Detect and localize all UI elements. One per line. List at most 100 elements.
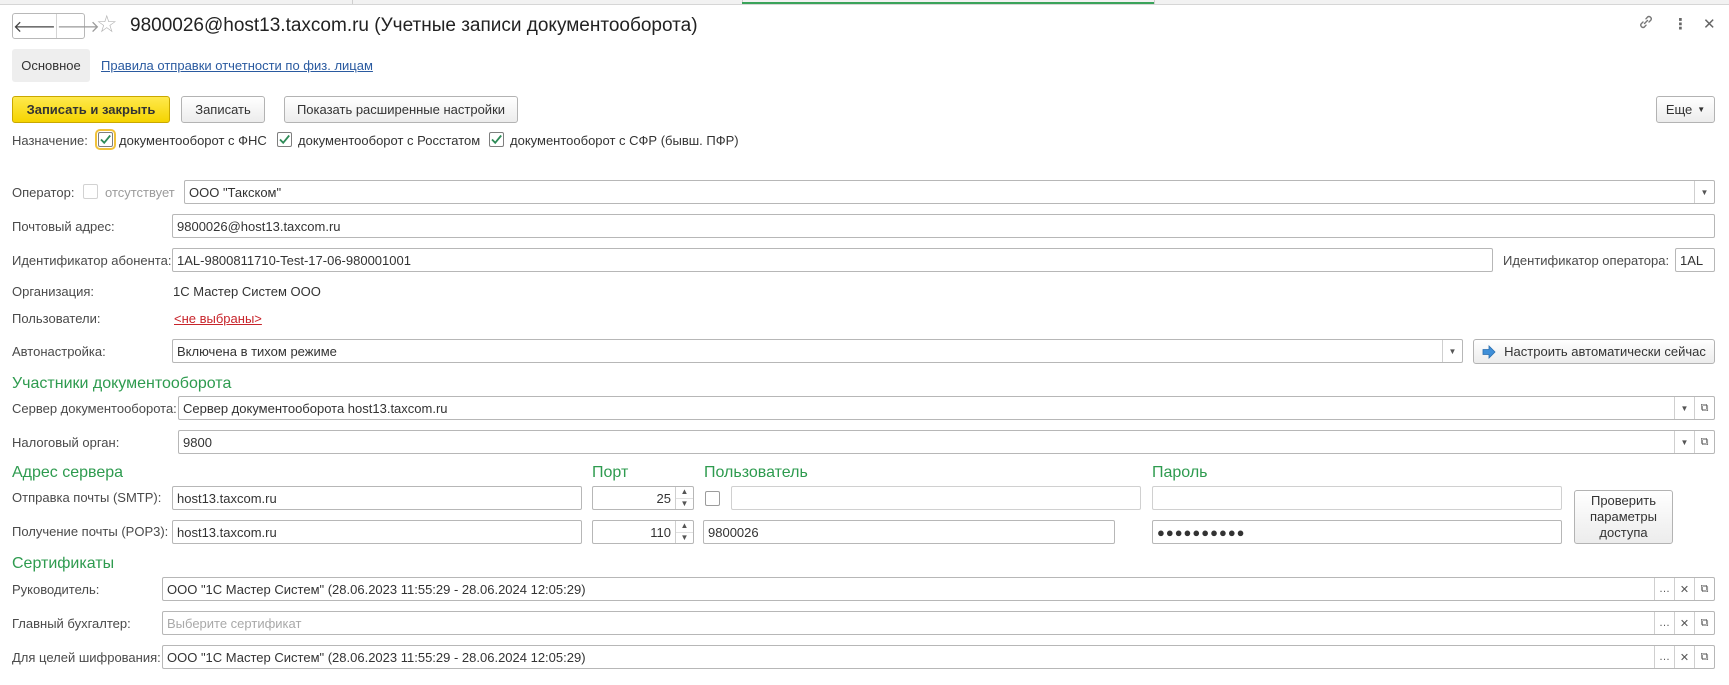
operator-field: ▼ xyxy=(184,180,1715,204)
back-button[interactable]: 🡐 xyxy=(13,14,56,38)
email-input[interactable] xyxy=(173,215,1714,237)
more-label: Еще xyxy=(1665,102,1693,117)
tab-rules-link[interactable]: Правила отправки отчетности по физ. лица… xyxy=(101,58,373,73)
operator-id-field xyxy=(1675,248,1715,272)
check-access-button[interactable]: Проверить параметры доступа xyxy=(1574,490,1673,544)
subscriber-id-label: Идентификатор абонента: xyxy=(12,253,172,268)
subscriber-id-input[interactable] xyxy=(173,249,1492,271)
open-window-icon[interactable]: ⧉ xyxy=(1694,397,1714,419)
save-and-close-button[interactable]: Записать и закрыть xyxy=(12,96,170,123)
check-icon xyxy=(491,134,502,145)
pop3-port-field: ▲▼ xyxy=(592,520,694,544)
fns-label: документооборот с ФНС xyxy=(119,133,267,148)
smtp-user-input[interactable] xyxy=(732,487,1140,509)
pop3-password-field xyxy=(1152,520,1562,544)
autoconfig-input[interactable] xyxy=(173,340,1442,362)
arrow-right-icon xyxy=(1482,344,1496,359)
ellipsis-icon[interactable]: … xyxy=(1654,578,1674,600)
autoconfig-now-label: Настроить автоматически сейчас xyxy=(1504,344,1706,359)
port-heading: Порт xyxy=(592,464,629,481)
smtp-port-input[interactable] xyxy=(593,487,675,509)
operator-id-input[interactable] xyxy=(1676,249,1714,271)
close-icon[interactable]: ✕ xyxy=(1703,14,1716,36)
head-cert-input[interactable] xyxy=(163,578,1654,600)
star-icon[interactable]: ☆ xyxy=(96,12,118,38)
pop3-host-field xyxy=(172,520,582,544)
smtp-auth-checkbox[interactable] xyxy=(705,491,720,506)
head-cert-label: Руководитель: xyxy=(12,582,100,597)
chevron-down-icon[interactable]: ▼ xyxy=(676,531,693,544)
show-advanced-button[interactable]: Показать расширенные настройки xyxy=(284,96,518,123)
check-access-label-1: Проверить xyxy=(1590,493,1656,508)
link-icon[interactable] xyxy=(1638,14,1654,37)
page-title: 9800026@host13.taxcom.ru (Учетные записи… xyxy=(130,15,698,36)
pop3-port-input[interactable] xyxy=(593,521,675,543)
open-window-icon[interactable]: ⧉ xyxy=(1694,578,1714,600)
more-vertical-icon[interactable]: ⋮ xyxy=(1673,14,1688,36)
clear-icon[interactable]: ✕ xyxy=(1674,612,1694,634)
chevron-down-icon[interactable]: ▼ xyxy=(1442,340,1462,362)
smtp-label: Отправка почты (SMTP): xyxy=(12,490,162,505)
pop3-password-input[interactable] xyxy=(1153,521,1561,543)
check-icon xyxy=(279,134,290,145)
chevron-up-icon[interactable]: ▲ xyxy=(676,521,693,532)
autoconfig-now-button[interactable]: Настроить автоматически сейчас xyxy=(1473,339,1715,364)
smtp-port-stepper[interactable]: ▲ ▼ xyxy=(675,487,693,509)
encryption-cert-field: … ✕ ⧉ xyxy=(162,645,1715,669)
open-window-icon[interactable]: ⧉ xyxy=(1694,431,1714,453)
pop3-user-field xyxy=(703,520,1115,544)
chevron-down-icon[interactable]: ▼ xyxy=(1674,431,1694,453)
users-label: Пользователи: xyxy=(12,311,101,326)
active-window-tab[interactable] xyxy=(742,0,1154,4)
organization-value: 1С Мастер Систем ООО xyxy=(173,284,321,299)
accountant-cert-field: … ✕ ⧉ xyxy=(162,611,1715,635)
rosstat-label: документооборот с Росстатом xyxy=(298,133,481,148)
open-window-icon[interactable]: ⧉ xyxy=(1694,646,1714,668)
smtp-password-input[interactable] xyxy=(1153,487,1561,509)
server-input[interactable] xyxy=(179,397,1674,419)
participants-heading: Участники документооборота xyxy=(12,375,232,392)
window-tab-strip xyxy=(0,0,1729,5)
operator-absent-label: отсутствует xyxy=(105,185,175,200)
save-button[interactable]: Записать xyxy=(181,96,265,123)
rosstat-checkbox[interactable] xyxy=(277,132,292,147)
smtp-host-input[interactable] xyxy=(173,487,581,509)
pop3-port-stepper[interactable]: ▲ ▼ xyxy=(675,521,693,543)
tab-main-label: Основное xyxy=(21,58,81,73)
operator-absent-checkbox[interactable] xyxy=(83,184,98,199)
smtp-host-field xyxy=(172,486,582,510)
arrow-right-icon: 🡒 xyxy=(56,18,100,36)
certificates-heading: Сертификаты xyxy=(12,555,115,572)
smtp-port-field: ▲▼ xyxy=(592,486,694,510)
arrow-left-icon: 🡐 xyxy=(13,18,56,36)
fns-checkbox[interactable] xyxy=(95,129,116,150)
more-button[interactable]: Еще ▼ xyxy=(1656,96,1715,123)
clear-icon[interactable]: ✕ xyxy=(1674,646,1694,668)
users-link[interactable]: <не выбраны> xyxy=(174,311,262,326)
ellipsis-icon[interactable]: … xyxy=(1654,612,1674,634)
encryption-cert-input[interactable] xyxy=(163,646,1654,668)
tab-main[interactable]: Основное xyxy=(12,49,90,82)
purpose-label: Назначение: xyxy=(12,133,88,148)
chevron-down-icon[interactable]: ▼ xyxy=(1674,397,1694,419)
forward-button[interactable]: 🡒 xyxy=(55,14,100,38)
tax-authority-field: ▼ ⧉ xyxy=(178,430,1715,454)
password-heading: Пароль xyxy=(1152,464,1208,481)
chevron-up-icon[interactable]: ▲ xyxy=(676,487,693,498)
chevron-down-icon: ▼ xyxy=(1697,105,1706,114)
ellipsis-icon[interactable]: … xyxy=(1654,646,1674,668)
tax-authority-input[interactable] xyxy=(179,431,1674,453)
chevron-down-icon[interactable]: ▼ xyxy=(1694,181,1714,203)
server-label: Сервер документооборота: xyxy=(12,401,177,416)
autoconfig-field: ▼ xyxy=(172,339,1463,363)
operator-label: Оператор: xyxy=(12,185,75,200)
clear-icon[interactable]: ✕ xyxy=(1674,578,1694,600)
sfr-checkbox[interactable] xyxy=(489,132,504,147)
accountant-cert-input[interactable] xyxy=(163,612,1654,634)
organization-label: Организация: xyxy=(12,284,95,299)
pop3-user-input[interactable] xyxy=(704,521,1114,543)
operator-input[interactable] xyxy=(185,181,1694,203)
pop3-host-input[interactable] xyxy=(173,521,581,543)
open-window-icon[interactable]: ⧉ xyxy=(1694,612,1714,634)
chevron-down-icon[interactable]: ▼ xyxy=(676,497,693,510)
